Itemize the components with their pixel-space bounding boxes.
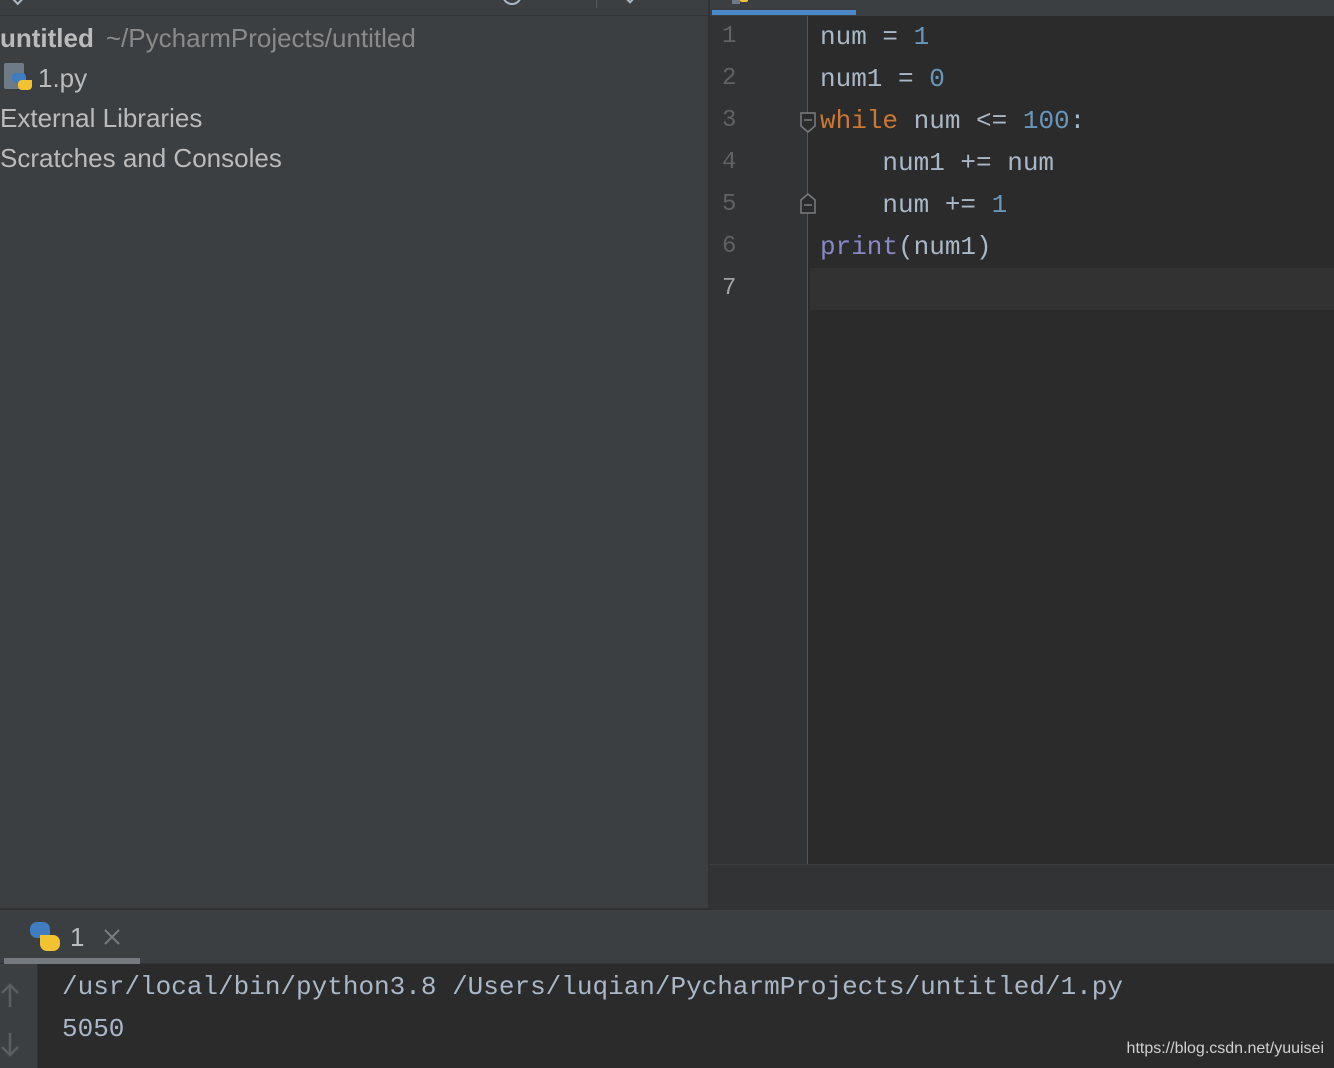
- project-root-path: ~/PycharmProjects/untitled: [105, 22, 416, 53]
- project-root-name: untitled: [0, 22, 94, 53]
- tree-item-external-libraries[interactable]: External Libraries: [0, 98, 708, 138]
- run-tab-bar: 1: [0, 910, 1334, 964]
- editor-tab-active[interactable]: [712, 10, 856, 15]
- code-line: num += 1: [820, 190, 1008, 220]
- editor-tab-strip: [710, 0, 1334, 16]
- line-number: 2: [722, 65, 737, 92]
- python-file-icon: [4, 63, 34, 93]
- project-toolbar: [0, 0, 708, 16]
- run-tab-label: 1: [70, 921, 85, 952]
- code-line: num1 += num: [820, 148, 1055, 178]
- line-number: 3: [722, 107, 737, 134]
- tree-item-label: External Libraries: [0, 102, 203, 133]
- project-panel: untitled ~/PycharmProjects/untitled 1.py…: [0, 0, 708, 908]
- line-number: 1: [722, 23, 737, 50]
- toolbar-divider: [596, 0, 597, 8]
- code-line: while num <= 100:: [820, 106, 1086, 136]
- line-number-current: 7: [722, 275, 737, 302]
- arrow-down-icon[interactable]: [0, 1032, 20, 1058]
- chevron-down-icon[interactable]: [7, 0, 27, 6]
- tree-item-1-py[interactable]: 1.py: [0, 58, 708, 98]
- code-line: num = 1: [820, 22, 930, 52]
- arrow-up-icon[interactable]: [0, 982, 20, 1008]
- console-command: /usr/local/bin/python3.8 /Users/luqian/P…: [62, 972, 1123, 1002]
- code-editor[interactable]: 1 2 3 4 5 6 7 num = 1 num1 = 0 while num…: [708, 0, 1334, 908]
- code-area[interactable]: num = 1 num1 = 0 while num <= 100: num1 …: [810, 16, 1334, 864]
- code-line: num1 = 0: [820, 64, 945, 94]
- python-icon: [30, 922, 60, 952]
- run-panel: 1 /usr/local/bin/python3.8 /Users/luqian…: [0, 908, 1334, 1068]
- close-icon[interactable]: [102, 927, 122, 947]
- tree-item-label: Scratches and Consoles: [0, 142, 282, 173]
- python-file-icon: [732, 0, 748, 4]
- collapse-icon[interactable]: [624, 0, 636, 4]
- editor-breadcrumb-bar: [710, 864, 1334, 908]
- line-number: 5: [722, 191, 737, 218]
- line-number: 6: [722, 233, 737, 260]
- watermark: https://blog.csdn.net/yuuisei: [1126, 1040, 1324, 1057]
- line-number-gutter: 1 2 3 4 5 6 7: [710, 16, 816, 864]
- code-line: print(num1): [820, 232, 992, 262]
- run-side-toolbar: [0, 964, 38, 1068]
- line-number: 4: [722, 149, 737, 176]
- project-root[interactable]: untitled ~/PycharmProjects/untitled: [0, 18, 708, 58]
- target-icon[interactable]: [502, 0, 522, 5]
- tree-item-scratches[interactable]: Scratches and Consoles: [0, 138, 708, 178]
- run-tab[interactable]: 1: [4, 910, 140, 964]
- caret-row-highlight: [810, 268, 1334, 310]
- project-tree: untitled ~/PycharmProjects/untitled 1.py…: [0, 18, 708, 178]
- tree-item-label: 1.py: [38, 62, 88, 93]
